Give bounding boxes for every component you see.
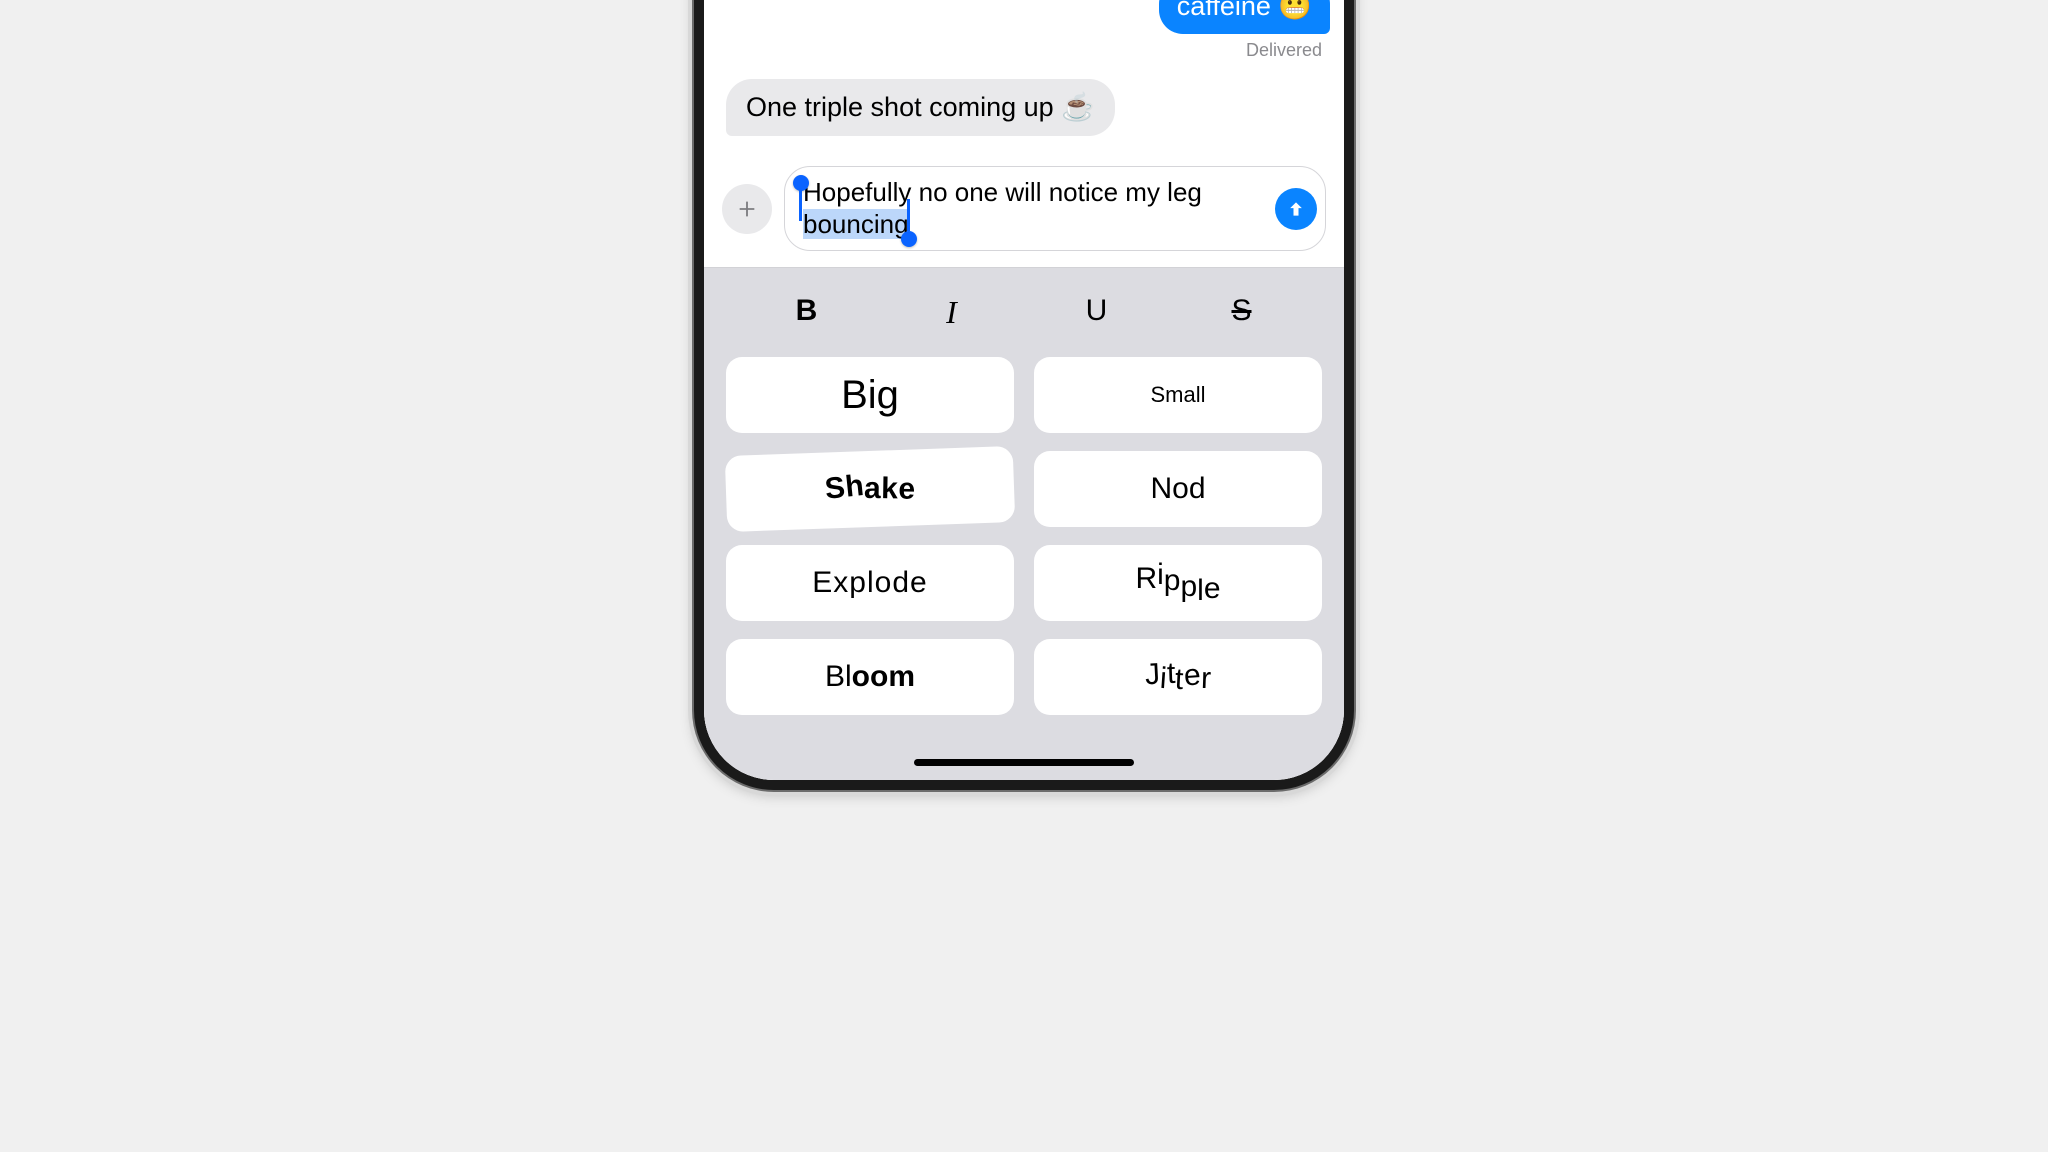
text-effects-panel: B I U S Big Small Shake Nod Explode Ripp… [704,267,1344,780]
message-text-unselected: Hopefully no one will notice my leg [803,177,1202,207]
home-indicator[interactable] [914,759,1134,766]
arrow-up-icon [1286,199,1306,219]
compose-row: Hopefully no one will notice my leg boun… [704,166,1344,267]
conversation: caffeine 😬 Delivered One triple shot com… [704,0,1344,166]
effect-shake[interactable]: Shake [725,446,1015,532]
effect-ripple[interactable]: Ripple [1034,545,1322,621]
effect-grid: Big Small Shake Nod Explode Ripple Bloom… [704,357,1344,741]
selection-handle-start[interactable] [793,175,809,191]
format-strike[interactable]: S [1217,294,1267,331]
iphone-frame: caffeine 😬 Delivered One triple shot com… [694,0,1354,790]
format-row: B I U S [704,280,1344,357]
effect-big[interactable]: Big [726,357,1014,433]
sent-message-group: caffeine 😬 Delivered [726,0,1322,79]
effect-small[interactable]: Small [1034,357,1322,433]
selection-handle-end[interactable] [901,231,917,247]
effect-nod[interactable]: Nod [1034,451,1322,527]
format-italic[interactable]: I [927,294,977,331]
effect-explode[interactable]: Explode [726,545,1014,621]
format-bold[interactable]: B [782,294,832,331]
send-button[interactable] [1275,188,1317,230]
sent-message-bubble[interactable]: caffeine 😬 [1159,0,1330,34]
message-text-selected: bouncing [803,209,909,239]
add-attachment-button[interactable] [722,184,772,234]
delivered-status: Delivered [1246,40,1322,61]
effect-jitter[interactable]: Jitter [1034,639,1322,715]
screen: caffeine 😬 Delivered One triple shot com… [704,0,1344,780]
effect-bloom[interactable]: Bloom [726,639,1014,715]
received-message-bubble[interactable]: One triple shot coming up ☕️ [726,79,1115,135]
message-input[interactable]: Hopefully no one will notice my leg boun… [784,166,1326,251]
plus-icon [736,198,758,220]
format-underline[interactable]: U [1072,294,1122,331]
